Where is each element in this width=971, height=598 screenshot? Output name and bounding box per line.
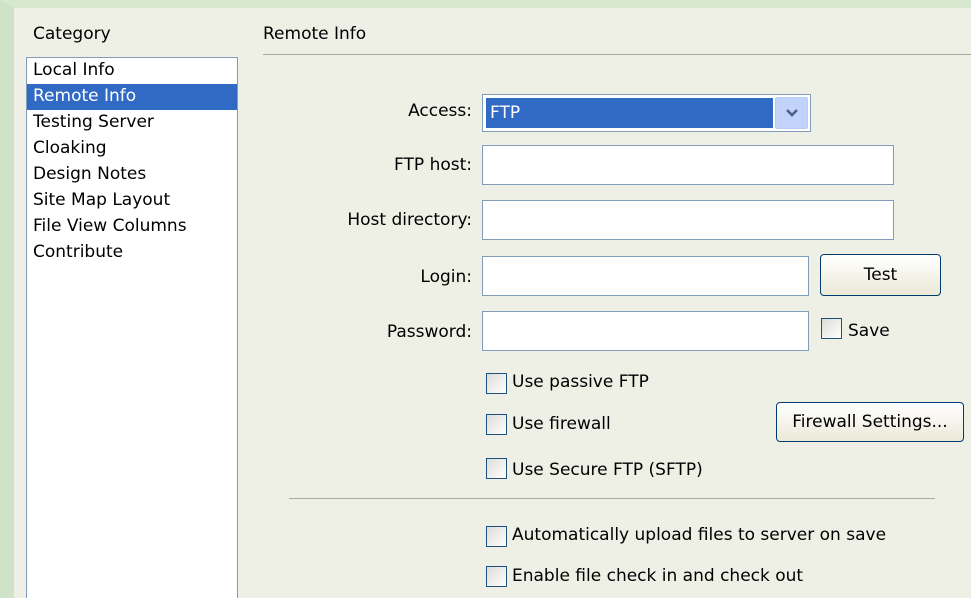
category-item-site-map-layout[interactable]: Site Map Layout — [27, 188, 237, 214]
host-directory-input[interactable] — [482, 200, 894, 240]
login-input[interactable] — [482, 256, 809, 296]
section-divider — [263, 54, 971, 55]
category-header: Category — [33, 24, 111, 44]
section-title: Remote Info — [263, 24, 367, 44]
access-label: Access: — [408, 101, 472, 121]
login-label: Login: — [420, 267, 472, 287]
access-select[interactable]: FTP — [482, 94, 811, 132]
auto-upload-label: Automatically upload files to server on … — [512, 525, 887, 545]
category-item-file-view-columns[interactable]: File View Columns — [27, 214, 237, 240]
test-button[interactable]: Test — [820, 254, 941, 296]
check-in-out-checkbox[interactable] — [486, 566, 507, 587]
category-item-local-info[interactable]: Local Info — [27, 58, 237, 84]
secure-ftp-label: Use Secure FTP (SFTP) — [512, 460, 703, 480]
category-item-testing-server[interactable]: Testing Server — [27, 110, 237, 136]
category-list[interactable]: Local Info Remote Info Testing Server Cl… — [26, 57, 238, 598]
auto-upload-checkbox[interactable] — [486, 526, 507, 547]
save-password-label: Save — [848, 321, 890, 341]
passive-ftp-label: Use passive FTP — [512, 372, 649, 392]
category-item-remote-info[interactable]: Remote Info — [27, 84, 237, 110]
passive-ftp-checkbox[interactable] — [486, 373, 507, 394]
ftp-host-input[interactable] — [482, 145, 894, 185]
options-divider — [289, 498, 935, 499]
category-item-cloaking[interactable]: Cloaking — [27, 136, 237, 162]
ftp-host-label: FTP host: — [394, 155, 472, 175]
use-firewall-checkbox[interactable] — [486, 414, 507, 435]
password-input[interactable] — [482, 311, 809, 351]
dropdown-button[interactable] — [775, 97, 808, 129]
secure-ftp-checkbox[interactable] — [486, 458, 507, 479]
password-label: Password: — [386, 322, 472, 342]
category-item-contribute[interactable]: Contribute — [27, 240, 237, 266]
use-firewall-label: Use firewall — [512, 414, 611, 434]
firewall-settings-button[interactable]: Firewall Settings... — [776, 402, 964, 442]
save-password-checkbox[interactable] — [821, 318, 842, 339]
access-selected-value: FTP — [486, 98, 773, 128]
host-directory-label: Host directory: — [347, 210, 472, 230]
chevron-down-icon — [785, 103, 799, 123]
category-item-design-notes[interactable]: Design Notes — [27, 162, 237, 188]
check-in-out-label: Enable file check in and check out — [512, 566, 804, 586]
